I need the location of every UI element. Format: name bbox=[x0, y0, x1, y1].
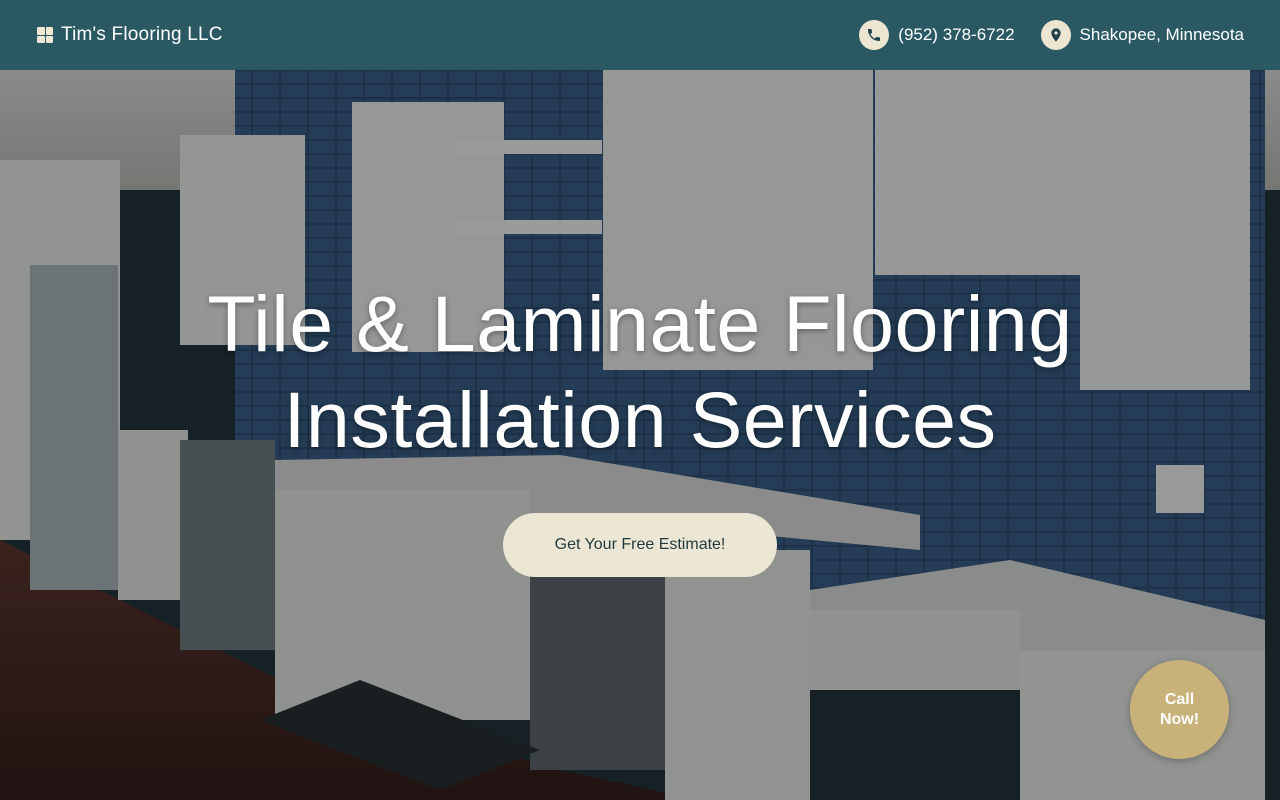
phone-icon bbox=[859, 20, 890, 50]
free-estimate-button[interactable]: Get Your Free Estimate! bbox=[503, 513, 777, 577]
brand-name: Tim's Flooring LLC bbox=[61, 24, 223, 45]
call-now-label: Call Now! bbox=[1159, 690, 1200, 728]
phone-link[interactable]: (952) 378-6722 bbox=[859, 20, 1015, 50]
header-contact: (952) 378-6722 Shakopee, Minnesota bbox=[859, 20, 1244, 50]
grid-logo-icon bbox=[37, 27, 53, 43]
hero-title-line-2: Installation Services bbox=[283, 375, 997, 464]
location-text: Shakopee, Minnesota bbox=[1079, 25, 1244, 44]
location-link[interactable]: Shakopee, Minnesota bbox=[1040, 20, 1244, 50]
site-header: Tim's Flooring LLC (952) 378-6722 Shakop… bbox=[0, 0, 1280, 70]
hero-title-line-1: Tile & Laminate Flooring bbox=[207, 279, 1073, 368]
location-pin-icon bbox=[1040, 20, 1071, 50]
brand[interactable]: Tim's Flooring LLC bbox=[37, 24, 223, 46]
hero-section: Tile & Laminate Flooring Installation Se… bbox=[0, 70, 1280, 800]
call-now-button[interactable]: Call Now! bbox=[1130, 660, 1229, 759]
phone-number: (952) 378-6722 bbox=[898, 25, 1015, 44]
hero-title: Tile & Laminate Flooring Installation Se… bbox=[0, 276, 1280, 468]
